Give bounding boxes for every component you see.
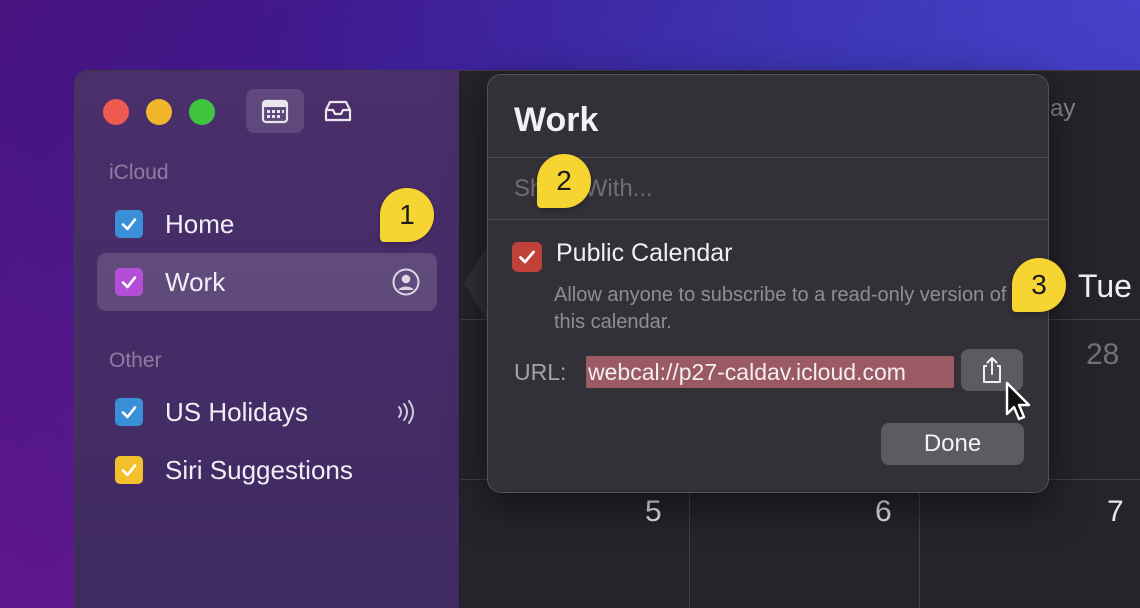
share-icon <box>983 357 1001 383</box>
checkmark-icon <box>121 218 137 231</box>
public-calendar-label: Public Calendar <box>556 239 733 267</box>
annotation-badge-1: 1 <box>380 188 434 242</box>
date-cell-number[interactable]: 6 <box>875 495 892 529</box>
done-button[interactable]: Done <box>881 423 1024 465</box>
mouse-pointer-icon <box>1005 381 1031 421</box>
grid-divider <box>919 481 920 608</box>
checkmark-icon <box>519 250 535 264</box>
zoom-window-button[interactable] <box>189 99 215 125</box>
inbox-button[interactable] <box>309 89 367 133</box>
sidebar: iCloud Home Work Other US Holidays Siri … <box>75 71 460 608</box>
grid-divider <box>689 481 690 608</box>
sidebar-item-work[interactable]: Work <box>97 253 437 311</box>
person-circle-icon[interactable] <box>391 267 421 297</box>
url-field[interactable]: webcal://p27-caldav.icloud.com <box>586 356 954 388</box>
calendars-view-button[interactable] <box>246 89 304 133</box>
siri-suggestions-checkbox[interactable] <box>115 456 143 484</box>
annotation-badge-2: 2 <box>537 154 591 208</box>
sidebar-item-label: Home <box>165 208 235 239</box>
date-cell-number[interactable]: 28 <box>1086 338 1119 372</box>
minimize-window-button[interactable] <box>146 99 172 125</box>
popover-title: Work <box>514 101 599 139</box>
calendar-icon <box>261 99 289 124</box>
annotation-badge-3: 3 <box>1012 258 1066 312</box>
popover-arrow <box>464 245 488 321</box>
weekday-fragment: ay <box>1050 95 1076 122</box>
work-checkbox[interactable] <box>115 268 143 296</box>
url-label: URL: <box>514 359 567 385</box>
broadcast-icon <box>398 400 414 424</box>
sidebar-item-label: Work <box>165 266 226 297</box>
sidebar-item-us-holidays[interactable]: US Holidays <box>97 383 437 441</box>
public-calendar-checkbox[interactable] <box>512 242 542 272</box>
home-checkbox[interactable] <box>115 210 143 238</box>
us-holidays-checkbox[interactable] <box>115 398 143 426</box>
divider <box>488 219 1048 220</box>
sidebar-item-siri-suggestions[interactable]: Siri Suggestions <box>97 441 437 499</box>
weekday-header-tue: Tue <box>1078 268 1132 304</box>
section-label-other: Other <box>109 349 162 372</box>
sidebar-item-label: US Holidays <box>165 396 309 427</box>
checkmark-icon <box>121 276 137 289</box>
inbox-tray-icon <box>324 100 352 122</box>
date-cell-number[interactable]: 5 <box>645 495 662 529</box>
public-calendar-description: Allow anyone to subscribe to a read-only… <box>554 284 1007 333</box>
sidebar-item-label: Siri Suggestions <box>165 454 353 485</box>
section-label-icloud: iCloud <box>109 161 169 184</box>
close-window-button[interactable] <box>103 99 129 125</box>
date-cell-number[interactable]: 7 <box>1107 495 1124 529</box>
checkmark-icon <box>121 464 137 477</box>
checkmark-icon <box>121 406 137 419</box>
calendar-info-popover: Work Share With... Public Calendar Allow… <box>487 74 1049 493</box>
